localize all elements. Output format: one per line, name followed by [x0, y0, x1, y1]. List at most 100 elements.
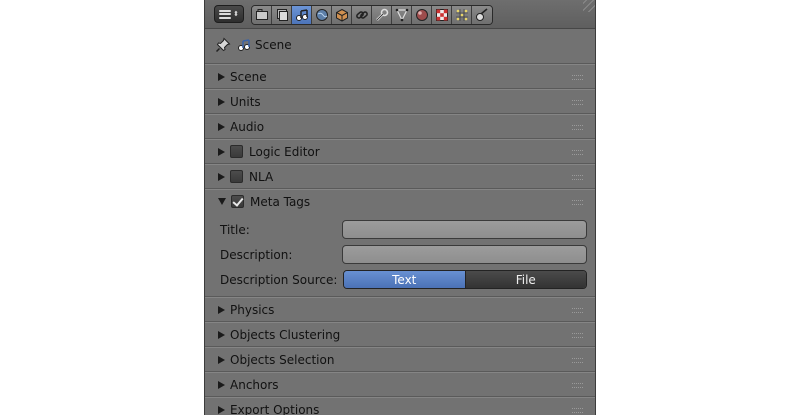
panel-anchors: Anchors — [205, 371, 595, 396]
panel-header-nla[interactable]: NLA — [205, 164, 595, 188]
tab-render-layers[interactable] — [272, 6, 292, 24]
context-tabs — [251, 5, 493, 25]
panel-label: Scene — [230, 69, 267, 84]
panel-header-objects-clustering[interactable]: Objects Clustering — [205, 322, 595, 346]
panel-header-meta-tags[interactable]: Meta Tags — [205, 189, 595, 213]
properties-editor: ⬍ Scene Scene Units Audio Logic Editor N… — [204, 0, 596, 415]
expand-arrow-icon — [218, 147, 225, 156]
properties-header: ⬍ — [205, 0, 595, 29]
drag-grip-icon[interactable] — [572, 408, 583, 413]
panel-scene: Scene — [205, 63, 595, 88]
expand-arrow-icon — [218, 122, 225, 131]
camera-icon — [255, 9, 268, 20]
description-row: Description: — [205, 242, 595, 267]
panel-label: Meta Tags — [250, 194, 311, 209]
collapse-arrow-icon — [218, 198, 226, 205]
meta-tags-checkbox[interactable] — [231, 195, 244, 208]
drag-grip-icon[interactable] — [572, 150, 583, 155]
tab-object[interactable] — [332, 6, 352, 24]
chain-link-icon — [355, 11, 368, 19]
panel-header-objects-selection[interactable]: Objects Selection — [205, 347, 595, 371]
context-label: Scene — [255, 38, 292, 52]
tab-constraints[interactable] — [352, 6, 372, 24]
source-file-button[interactable]: File — [465, 271, 586, 288]
checker-texture-icon — [435, 9, 448, 21]
world-icon — [315, 9, 328, 21]
tab-physics[interactable] — [472, 6, 492, 24]
panel-label: Logic Editor — [249, 144, 320, 159]
expand-arrow-icon — [218, 172, 225, 181]
panel-nla: NLA — [205, 163, 595, 188]
panel-label: Objects Selection — [230, 352, 335, 367]
panel-header-export-options[interactable]: Export Options — [205, 397, 595, 415]
material-sphere-icon — [415, 9, 428, 21]
panel-logic-editor: Logic Editor — [205, 138, 595, 163]
drag-grip-icon[interactable] — [572, 308, 583, 313]
panel-label: Anchors — [230, 377, 279, 392]
drag-grip-icon[interactable] — [572, 383, 583, 388]
panel-header-anchors[interactable]: Anchors — [205, 372, 595, 396]
tab-particles[interactable] — [452, 6, 472, 24]
expand-arrow-icon — [218, 380, 225, 389]
expand-arrow-icon — [218, 355, 225, 364]
expand-arrow-icon — [218, 330, 225, 339]
panel-label: Objects Clustering — [230, 327, 341, 342]
drag-grip-icon[interactable] — [572, 200, 583, 205]
description-label: Description: — [220, 247, 293, 262]
drag-grip-icon[interactable] — [572, 125, 583, 130]
panel-label: Physics — [230, 302, 275, 317]
panel-label: NLA — [249, 169, 274, 184]
physics-icon — [476, 8, 488, 21]
title-field[interactable] — [342, 220, 587, 239]
mesh-data-icon — [395, 8, 408, 22]
expand-arrow-icon — [218, 305, 225, 314]
area-corner-grip[interactable] — [583, 0, 595, 12]
expand-arrow-icon — [218, 405, 225, 414]
tab-data[interactable] — [392, 6, 412, 24]
title-row: Title: — [205, 217, 595, 242]
object-cube-icon — [335, 8, 348, 22]
logic-editor-checkbox[interactable] — [230, 145, 243, 158]
panel-objects-selection: Objects Selection — [205, 346, 595, 371]
particles-icon — [455, 9, 468, 21]
updown-arrow-icon: ⬍ — [233, 9, 239, 18]
tab-modifiers[interactable] — [372, 6, 392, 24]
drag-grip-icon[interactable] — [572, 358, 583, 363]
panel-header-audio[interactable]: Audio — [205, 114, 595, 138]
panel-export-options: Export Options — [205, 396, 595, 415]
pin-icon[interactable] — [215, 37, 231, 53]
scene-context-icon — [238, 39, 250, 51]
wrench-icon — [375, 8, 388, 21]
expand-arrow-icon — [218, 97, 225, 106]
description-source-toggle: Text File — [343, 270, 587, 289]
panel-header-scene[interactable]: Scene — [205, 64, 595, 88]
description-field[interactable] — [342, 245, 587, 264]
tab-world[interactable] — [312, 6, 332, 24]
panel-header-physics[interactable]: Physics — [205, 297, 595, 321]
panel-label: Units — [230, 94, 261, 109]
panel-objects-clustering: Objects Clustering — [205, 321, 595, 346]
panel-header-units[interactable]: Units — [205, 89, 595, 113]
render-layers-icon — [276, 9, 288, 21]
tab-render[interactable] — [252, 6, 272, 24]
panel-label: Audio — [230, 119, 265, 134]
drag-grip-icon[interactable] — [572, 333, 583, 338]
source-text-button[interactable]: Text — [344, 271, 466, 288]
editor-type-button[interactable]: ⬍ — [214, 5, 244, 23]
panel-units: Units — [205, 88, 595, 113]
panel-physics: Physics — [205, 296, 595, 321]
tab-texture[interactable] — [432, 6, 452, 24]
tab-scene[interactable] — [292, 6, 312, 24]
description-source-row: Description Source: Text File — [205, 267, 595, 292]
expand-arrow-icon — [218, 72, 225, 81]
drag-grip-icon[interactable] — [572, 175, 583, 180]
nla-checkbox[interactable] — [230, 170, 243, 183]
panel-list: Scene Units Audio Logic Editor NLA Meta … — [205, 63, 595, 415]
editor-type-icon — [219, 9, 232, 19]
title-label: Title: — [220, 222, 250, 237]
drag-grip-icon[interactable] — [572, 75, 583, 80]
panel-header-logic-editor[interactable]: Logic Editor — [205, 139, 595, 163]
panel-audio: Audio — [205, 113, 595, 138]
tab-material[interactable] — [412, 6, 432, 24]
drag-grip-icon[interactable] — [572, 100, 583, 105]
